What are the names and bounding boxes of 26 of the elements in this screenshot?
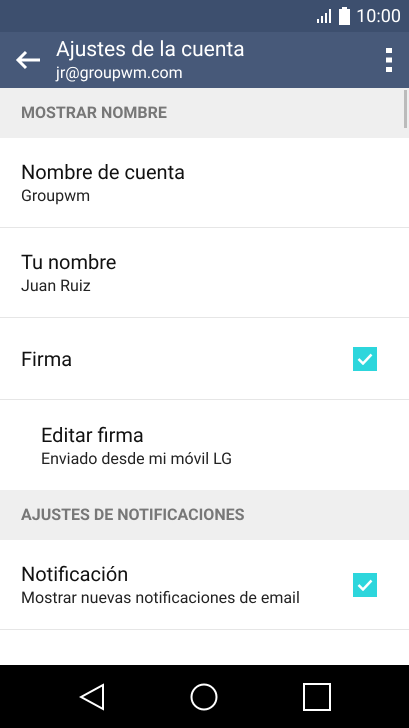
item-title: Notificación <box>21 561 130 587</box>
home-icon[interactable] <box>190 682 218 710</box>
item-title: Editar firma <box>41 422 145 448</box>
clock: 10:00 <box>356 4 401 28</box>
checkbox[interactable] <box>353 572 377 596</box>
item-summary: Enviado desde mi móvil LG <box>41 448 234 468</box>
back-arrow-icon <box>15 50 41 70</box>
item-title: Nombre de cuenta <box>21 159 186 185</box>
checkbox[interactable] <box>353 346 377 370</box>
scrollbar <box>404 90 407 128</box>
item-summary: Mostrar nuevas notificaciones de email <box>21 587 301 608</box>
app-bar-title: Ajustes de la cuenta <box>56 37 246 63</box>
more-icon <box>386 48 392 72</box>
check-icon <box>357 352 373 364</box>
recents-icon[interactable] <box>302 682 330 710</box>
item-title: Firma <box>21 346 74 372</box>
back-icon[interactable] <box>78 682 104 710</box>
signal-icon <box>317 9 334 23</box>
item-title: Tu nombre <box>21 249 118 275</box>
app-bar-subtitle: jr@groupwm.com <box>56 63 184 83</box>
section-header: AJUSTES DE NOTIFICACIONES <box>0 490 409 540</box>
item-summary: Juan Ruiz <box>21 275 92 296</box>
check-icon <box>357 578 373 590</box>
section-header: MOSTRAR NOMBRE <box>0 88 409 138</box>
battery-icon <box>339 7 350 25</box>
item-summary: Groupwm <box>21 185 92 206</box>
